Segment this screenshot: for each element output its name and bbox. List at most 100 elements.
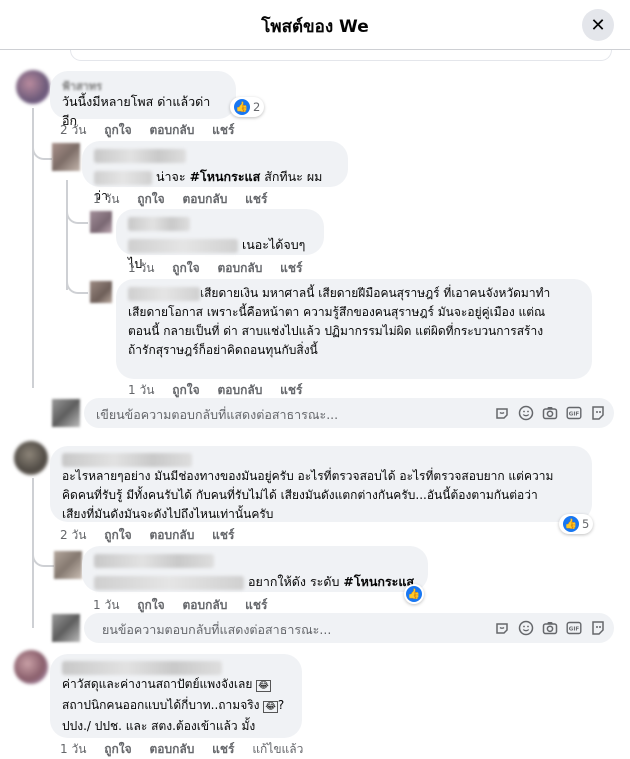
avatar[interactable] [90,211,112,233]
reaction-count[interactable]: 👍 5 [559,514,594,534]
like-button[interactable]: ถูกใจ [104,123,131,137]
emoji-icon: 😂 [256,680,271,692]
tagged-name[interactable] [94,170,152,185]
reply-button[interactable]: ตอบกลับ [182,192,227,206]
reply-input[interactable]: เขียนข้อความตอบกลับที่แสดงต่อสาธารณะ... … [84,398,614,428]
avatar[interactable] [52,143,80,171]
comment-bubble: ฟ้าสาทร วันนี้งมีหลายโพส ด่าแล้วด่าอีก [50,71,236,128]
avatar[interactable] [14,650,48,684]
reply-placeholder: เขียนข้อความตอบกลับที่แสดงต่อสาธารณะ... [96,407,339,422]
hashtag-link[interactable]: #โหนกระแส [190,169,261,184]
avatar-sticker-icon[interactable] [589,619,606,636]
thread-line [66,270,88,294]
thread-line [66,200,88,224]
comment-text: สถาปนิกคนออกแบบได้กี่บาท..ถามจริง 😂? [62,698,285,713]
share-button[interactable]: แชร์ [280,383,302,397]
comment-actions: 1 วัน ถูกใจ ตอบกลับ แชร์ แก้ไขแล้ว [60,740,317,759]
comment-text: อะไรหลายๆอย่าง มันมีช่องทางของมันอยู่ครั… [62,469,554,483]
gif-icon[interactable]: GIF [565,619,582,636]
previous-comment-remnant [70,50,612,61]
like-icon: 👍 [563,516,579,532]
gif-icon[interactable]: GIF [565,404,582,421]
like-button[interactable]: ถูกใจ [137,598,164,612]
like-button[interactable]: ถูกใจ [137,192,164,206]
comment-text: คิดคนที่รับรู้ มีทั้งคนรับได้ กับคนที่รั… [62,488,538,502]
avatar-sticker-icon[interactable] [589,404,606,421]
share-button[interactable]: แชร์ [212,528,234,542]
reply-toolbar: GIF [493,619,606,636]
comment-text: เสียงที่มันดังมันจะดังไปถึงไหนเท่านั้นคร… [62,507,274,521]
avatar[interactable] [16,70,50,104]
reply-bubble: อยากให้ดัง ระดับ #โหนกระแส [82,546,428,592]
share-button[interactable]: แชร์ [212,742,234,756]
page-title: โพสต์ของ We [261,17,369,37]
thread-line [32,130,52,160]
sticker-icon[interactable] [493,619,510,636]
reply-text: น่าจะ [155,169,190,184]
commenter-name[interactable] [128,287,200,301]
like-button[interactable]: ถูกใจ [172,261,199,275]
comment-actions: 2 วัน ถูกใจ ตอบกลับ แชร์ [60,526,248,545]
reply-text: ถ้ารักสุราษฎร์ก็อย่าคิดถอนทุนกับสิ่งนี้ [128,343,318,357]
commenter-name[interactable]: ฟ้าสาทร [62,77,224,93]
emoji-icon[interactable] [517,619,534,636]
reply-text: อยากให้ดัง ระดับ [247,574,344,589]
like-button[interactable]: ถูกใจ [172,383,199,397]
timestamp[interactable]: 2 วัน [60,528,86,542]
commenter-name[interactable] [94,149,186,163]
avatar [52,614,80,642]
comment-actions: 1 วัน ถูกใจ ตอบกลับ แชร์ [128,259,316,278]
reply-button[interactable]: ตอบกลับ [149,528,194,542]
comment-text: ปปง./ ปปช. และ สตง.ต้องเข้าแล้ว มั้ง [62,719,256,733]
reaction-count[interactable]: 👍 [404,584,424,604]
reply-text: เสียดายโอกาส เพราะนี้คือหน้าตา ความรู้สึ… [128,305,546,319]
emoji-icon[interactable] [517,404,534,421]
close-button[interactable]: ✕ [582,9,614,41]
timestamp[interactable]: 1 วัน [93,598,119,612]
share-button[interactable]: แชร์ [212,123,234,137]
avatar[interactable] [14,441,48,475]
reply-button[interactable]: ตอบกลับ [182,598,227,612]
reply-bubble: เนอะได้จบๆไป [116,209,324,271]
dialog-header: โพสต์ของ We ✕ [0,0,630,50]
reply-bubble: เสียดายเงิน มหาศาลนี้ เสียดายฝีมือคนสุรา… [116,279,592,379]
commenter-name[interactable] [62,453,192,467]
edited-label: แก้ไขแล้ว [252,742,304,756]
timestamp[interactable]: 1 วัน [60,742,86,756]
sticker-icon[interactable] [493,404,510,421]
reply-button[interactable]: ตอบกลับ [149,123,194,137]
close-icon: ✕ [590,14,606,36]
reply-input[interactable]: ยนข้อความตอบกลับที่แสดงต่อสาธารณะ... GIF [84,613,614,643]
avatar [52,399,80,427]
avatar[interactable] [54,551,82,579]
hashtag-link[interactable]: #โหนกระแส [343,574,414,589]
like-button[interactable]: ถูกใจ [104,742,131,756]
reaction-count[interactable]: 👍 2 [230,97,265,117]
comment-actions: 1 วัน ถูกใจ ตอบกลับ แชร์ [93,190,281,209]
reply-button[interactable]: ตอบกลับ [217,383,262,397]
like-button[interactable]: ถูกใจ [104,528,131,542]
reply-button[interactable]: ตอบกลับ [149,742,194,756]
like-icon: 👍 [234,99,250,115]
share-button[interactable]: แชร์ [245,192,267,206]
like-icon: 👍 [406,586,422,602]
commenter-name[interactable] [128,217,190,231]
timestamp[interactable]: 1 วัน [128,261,154,275]
commenter-name[interactable] [62,661,222,675]
avatar[interactable] [90,281,112,303]
reply-bubble: น่าจะ #โหนกระแส สักทีนะ ผมว่า [82,141,348,203]
timestamp[interactable]: 1 วัน [128,383,154,397]
camera-icon[interactable] [541,619,558,636]
share-button[interactable]: แชร์ [245,598,267,612]
thread-line [32,535,54,567]
tagged-name[interactable] [94,575,244,590]
camera-icon[interactable] [541,404,558,421]
reply-toolbar: GIF [493,404,606,421]
reply-button[interactable]: ตอบกลับ [217,261,262,275]
tagged-name[interactable] [128,238,238,253]
share-button[interactable]: แชร์ [280,261,302,275]
timestamp[interactable]: 1 วัน [93,192,119,206]
timestamp[interactable]: 2 วัน [60,123,86,137]
comment-bubble: ค่าวัสดุและค่างานสถาปัตย์แพงจังเลย 😂 สถา… [50,654,302,738]
commenter-name[interactable] [94,554,214,568]
